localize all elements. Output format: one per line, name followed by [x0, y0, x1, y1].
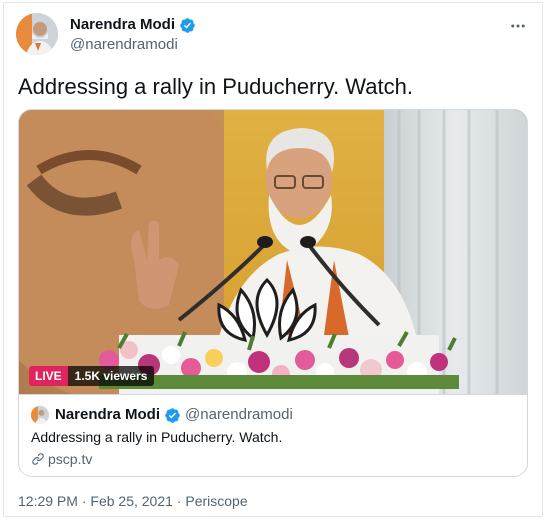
viewers-count: 1.5K viewers — [67, 366, 155, 386]
meta-separator: · — [172, 493, 186, 509]
card-avatar — [31, 406, 49, 424]
tweet-source[interactable]: Periscope — [185, 493, 247, 509]
tweet-date[interactable]: Feb 25, 2021 — [90, 493, 173, 509]
meta-separator: · — [77, 493, 91, 509]
author-handle[interactable]: @narendramodi — [70, 35, 196, 55]
card-author-handle: @narendramodi — [185, 406, 293, 423]
tweet-card[interactable]: Narendra Modi @narendramodi Addressing a… — [3, 2, 543, 517]
author-display-name[interactable]: Narendra Modi — [70, 15, 196, 35]
card-description: Addressing a rally in Puducherry. Watch. — [31, 429, 283, 445]
tweet-timestamp: 12:29 PM · Feb 25, 2021 · Periscope — [18, 491, 248, 511]
verified-badge-icon — [180, 17, 195, 33]
tweet-header: Narendra Modi @narendramodi — [16, 13, 531, 59]
author-names: Narendra Modi @narendramodi — [70, 15, 196, 55]
card-author-name: Narendra Modi — [55, 406, 161, 423]
display-name-text[interactable]: Narendra Modi — [70, 15, 175, 35]
verified-badge-icon — [165, 407, 180, 423]
video-thumbnail[interactable]: LIVE 1.5K viewers — [19, 110, 527, 394]
card-info[interactable]: Narendra Modi @narendramodi Addressing a… — [19, 394, 527, 476]
card-link[interactable]: pscp.tv — [31, 449, 92, 469]
live-badge: LIVE 1.5K viewers — [29, 366, 155, 386]
card-author: Narendra Modi @narendramodi — [31, 405, 293, 425]
more-options-button[interactable] — [505, 13, 531, 39]
tweet-time[interactable]: 12:29 PM — [18, 493, 78, 509]
periscope-card[interactable]: LIVE 1.5K viewers Narendra Modi @narendr… — [18, 109, 528, 477]
author-avatar[interactable] — [16, 13, 58, 55]
link-icon — [32, 453, 44, 465]
more-horizontal-icon — [511, 24, 525, 28]
tweet-text: Addressing a rally in Puducherry. Watch. — [18, 74, 413, 99]
live-label: LIVE — [29, 366, 68, 386]
user-avatar-icon — [31, 406, 49, 424]
user-avatar-icon — [16, 13, 58, 55]
card-link-text[interactable]: pscp.tv — [48, 449, 92, 469]
rally-video-image — [19, 110, 527, 394]
